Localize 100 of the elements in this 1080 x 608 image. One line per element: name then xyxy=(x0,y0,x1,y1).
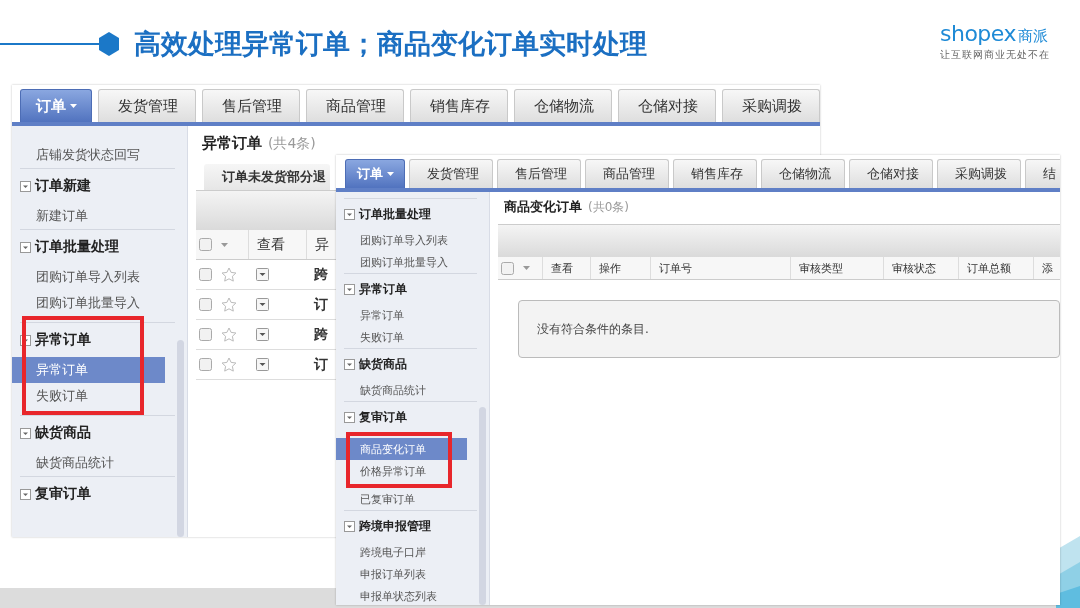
page-title: 商品变化订单 xyxy=(504,198,582,216)
star-icon[interactable] xyxy=(221,296,237,313)
sidebar-item[interactable]: 团购订单批量导入 xyxy=(360,251,448,273)
column-header[interactable]: 订单号 xyxy=(650,257,790,279)
nav-tab[interactable]: 售后管理 xyxy=(497,159,581,188)
sidebar-group-header[interactable]: 订单批量处理 xyxy=(20,229,175,264)
sidebar-item[interactable]: 团购订单导入列表 xyxy=(360,229,448,251)
star-icon[interactable] xyxy=(221,356,237,373)
star-icon[interactable] xyxy=(221,266,237,283)
dropdown-icon[interactable] xyxy=(256,328,269,341)
nav-tab[interactable]: 商品管理 xyxy=(306,89,404,122)
checkbox[interactable] xyxy=(199,268,212,281)
sidebar-item[interactable]: 异常订单 xyxy=(360,304,404,326)
nav-tab[interactable]: 仓储对接 xyxy=(618,89,716,122)
caret-icon xyxy=(523,266,530,270)
column-header[interactable]: 添 xyxy=(1033,257,1057,279)
sidebar-group-header[interactable]: 缺货商品 xyxy=(344,348,477,379)
column-header[interactable]: 审核类型 xyxy=(790,257,883,279)
sidebar-group-header[interactable]: 缺货商品 xyxy=(20,415,175,450)
nav-tab[interactable]: 销售库存 xyxy=(673,159,757,188)
group-label: 订单批量处理 xyxy=(35,238,119,256)
nav-tab[interactable]: 销售库存 xyxy=(410,89,508,122)
collapse-icon[interactable] xyxy=(20,427,31,439)
column-header[interactable]: 查看 xyxy=(542,257,590,279)
column-header[interactable]: 查看 xyxy=(248,230,306,259)
sidebar-item[interactable]: 失败订单 xyxy=(360,326,404,348)
star-icon[interactable] xyxy=(221,326,237,343)
checkbox[interactable] xyxy=(199,358,212,371)
group-label: 订单新建 xyxy=(35,177,91,195)
sidebar-item[interactable]: 团购订单批量导入 xyxy=(36,290,140,316)
slide-title: 高效处理异常订单；商品变化订单实时处理 xyxy=(134,27,647,61)
column-header[interactable]: 异 xyxy=(306,230,332,259)
record-count: (共0条) xyxy=(588,199,629,216)
collapse-icon[interactable] xyxy=(344,411,355,423)
sidebar-item[interactable]: 缺货商品统计 xyxy=(360,379,426,401)
group-label: 复审订单 xyxy=(359,408,407,426)
group-label: 缺货商品 xyxy=(35,424,91,442)
checkbox[interactable] xyxy=(501,261,514,275)
nav-tab[interactable]: 售后管理 xyxy=(202,89,300,122)
sidebar-group-header[interactable]: 订单新建 xyxy=(20,168,175,203)
group-label: 复审订单 xyxy=(35,485,91,503)
group-label: 缺货商品 xyxy=(359,355,407,373)
table-cell-text: 订 xyxy=(312,355,329,374)
column-header[interactable]: 订单总额 xyxy=(958,257,1033,279)
filter-tab[interactable]: 订单未发货部分退 xyxy=(204,164,330,190)
checkbox[interactable] xyxy=(199,328,212,341)
group-label: 异常订单 xyxy=(35,331,91,349)
checkbox[interactable] xyxy=(199,238,212,251)
scrollbar[interactable] xyxy=(177,339,184,537)
collapse-icon[interactable] xyxy=(20,488,31,500)
group-label: 异常订单 xyxy=(359,280,407,298)
logo-name: 商派 xyxy=(1018,26,1048,46)
nav-tab[interactable]: 发货管理 xyxy=(409,159,493,188)
collapse-icon[interactable] xyxy=(344,358,355,370)
sidebar-item[interactable]: 新建订单 xyxy=(36,203,88,229)
table-cell-text: 跨 xyxy=(313,325,329,344)
caret-icon xyxy=(221,242,228,247)
sidebar-group-header[interactable]: 订单批量处理 xyxy=(344,198,477,229)
sidebar-item[interactable]: 申报订单列表 xyxy=(360,563,426,585)
nav-tab[interactable]: 采购调拨 xyxy=(937,159,1021,188)
caret-icon xyxy=(386,172,394,176)
sidebar-item[interactable]: 失败订单 xyxy=(36,383,88,409)
collapse-icon[interactable] xyxy=(344,283,355,295)
nav-tab[interactable]: 商品管理 xyxy=(585,159,669,188)
sidebar-item[interactable]: 跨境电子口岸 xyxy=(360,541,426,563)
sidebar-item[interactable]: 店铺发货状态回写 xyxy=(36,142,140,168)
sidebar-item[interactable]: 团购订单导入列表 xyxy=(36,264,140,290)
scrollbar[interactable] xyxy=(479,406,486,605)
collapse-icon[interactable] xyxy=(20,334,31,346)
sidebar-group-header[interactable]: 复审订单 xyxy=(20,476,175,511)
checkbox[interactable] xyxy=(199,298,212,311)
sidebar-group-header[interactable]: 复审订单 xyxy=(344,401,477,432)
sidebar-group-header[interactable]: 跨境申报管理 xyxy=(344,510,477,541)
collapse-icon[interactable] xyxy=(20,180,31,192)
nav-tab[interactable]: 仓储物流 xyxy=(761,159,845,188)
column-header[interactable]: 审核状态 xyxy=(883,257,958,279)
dropdown-icon[interactable] xyxy=(256,358,269,371)
table-cell-text: 跨 xyxy=(313,265,329,284)
record-count: (共4条) xyxy=(268,135,316,153)
sidebar-item[interactable]: 已复审订单 xyxy=(360,488,415,510)
sidebar-item[interactable]: 价格异常订单 xyxy=(360,460,426,482)
collapse-icon[interactable] xyxy=(344,208,355,220)
nav-tab[interactable]: 发货管理 xyxy=(98,89,196,122)
empty-message: 没有符合条件的条目. xyxy=(518,300,1060,358)
dropdown-icon[interactable] xyxy=(256,268,269,281)
sidebar-item[interactable]: 缺货商品统计 xyxy=(36,450,114,476)
sidebar-group-header[interactable]: 异常订单 xyxy=(344,273,477,304)
nav-tab[interactable]: 仓储对接 xyxy=(849,159,933,188)
collapse-icon[interactable] xyxy=(344,520,355,532)
group-label: 订单批量处理 xyxy=(359,205,431,223)
sidebar-item[interactable]: 申报单状态列表 xyxy=(360,585,437,605)
column-header[interactable]: 操作 xyxy=(590,257,650,279)
dropdown-icon[interactable] xyxy=(256,298,269,311)
nav-tab[interactable]: 采购调拨 xyxy=(722,89,820,122)
nav-tab[interactable]: 仓储物流 xyxy=(514,89,612,122)
group-label: 跨境申报管理 xyxy=(359,517,431,535)
caret-icon xyxy=(69,104,77,108)
nav-tab[interactable]: 结 xyxy=(1025,159,1060,188)
page-title: 异常订单 xyxy=(202,134,262,153)
collapse-icon[interactable] xyxy=(20,241,31,253)
